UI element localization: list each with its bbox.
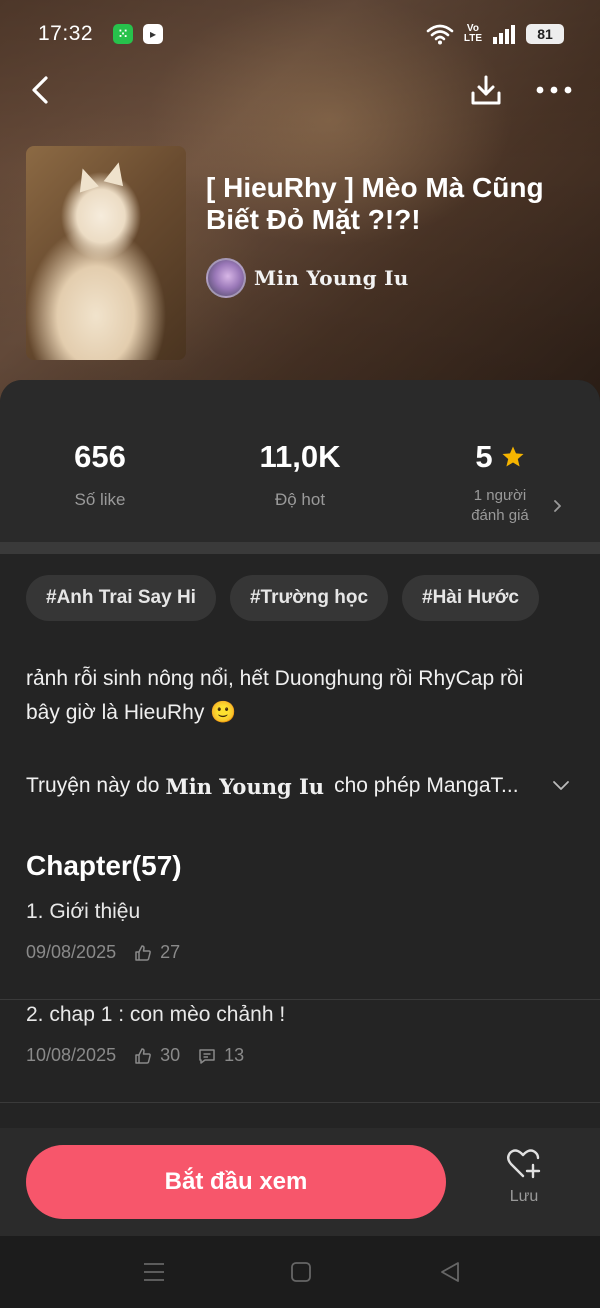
chapter-meta: 10/08/2025 30 13 — [26, 1045, 244, 1066]
cover-cat-ear — [73, 165, 99, 193]
download-button[interactable] — [466, 70, 506, 110]
chapter-divider — [0, 1102, 600, 1103]
media-notification-icon: ▸ — [143, 24, 164, 44]
tag-list: #Anh Trai Say Hi #Trường học #Hài Hước — [26, 575, 539, 621]
system-navigation-bar — [0, 1236, 600, 1308]
thumbs-up-icon — [135, 944, 151, 961]
volte-indicator: Vo LTE — [464, 24, 482, 44]
rating-label: 1 người đánh giá — [400, 486, 600, 526]
download-icon — [471, 75, 501, 105]
stat-rating[interactable]: 5 1 người đánh giá — [400, 438, 600, 526]
heart-plus-icon — [507, 1149, 541, 1179]
more-dots-icon — [536, 86, 572, 94]
chapter-comment-count: 13 — [224, 1045, 245, 1065]
credit-suffix: cho phép MangaT... — [334, 774, 519, 797]
chapter-title: 1. Giới thiệu — [26, 900, 141, 923]
chevron-left-icon — [32, 76, 48, 104]
star-icon — [502, 446, 524, 467]
tag-chip[interactable]: #Hài Hước — [402, 575, 539, 621]
author-link[interactable]: Min Young Iu — [206, 258, 409, 298]
status-bar: 17:32 ⁙ ▸ Vo LTE 81 — [0, 0, 600, 68]
rating-value: 5 — [475, 439, 493, 474]
save-button[interactable]: Lưu — [492, 1148, 556, 1220]
likes-count: 656 — [74, 439, 126, 474]
author-avatar — [206, 258, 246, 298]
bottom-action-bar: Bắt đầu xem Lưu — [0, 1128, 600, 1236]
chapter-item[interactable]: 2. chap 1 : con mèo chảnh ! 10/08/2025 3… — [0, 969, 600, 1073]
chapter-title: 2. chap 1 : con mèo chảnh ! — [26, 1003, 286, 1026]
app-notification-icon: ⁙ — [113, 24, 134, 44]
likes-label: Số like — [74, 490, 126, 509]
hot-label: Độ hot — [274, 490, 326, 509]
stats-panel: 656 Số like 11,0K Độ hot 5 1 người đánh … — [0, 380, 600, 542]
comic-title: [ HieuRhy ] Mèo Mà Cũng Biết Đỏ Mặt ?!?! — [206, 172, 544, 235]
menu-icon — [144, 1263, 164, 1281]
tag-chip[interactable]: #Trường học — [229, 575, 389, 621]
details-sheet: 656 Số like 11,0K Độ hot 5 1 người đánh … — [0, 380, 600, 1236]
home-button[interactable] — [287, 1258, 315, 1286]
chevron-right-icon — [554, 500, 561, 512]
tag-chip[interactable]: #Anh Trai Say Hi — [26, 575, 216, 621]
thumbs-up-icon — [135, 1047, 151, 1064]
recent-apps-button[interactable] — [140, 1258, 168, 1286]
comment-icon — [199, 1048, 215, 1064]
credit-prefix: Truyện này do — [26, 774, 160, 797]
system-back-button[interactable] — [436, 1258, 464, 1286]
section-divider — [0, 542, 600, 554]
back-button[interactable] — [22, 72, 58, 108]
comic-description: rảnh rỗi sinh nông nổi, hết Duonghung rồ… — [26, 667, 524, 724]
chevron-down-icon[interactable] — [552, 778, 570, 794]
chapter-date: 09/08/2025 — [26, 942, 117, 962]
more-options-button[interactable] — [532, 72, 576, 108]
back-triangle-icon — [441, 1262, 459, 1282]
credit-line[interactable]: Truyện này do Min Young Iu cho phép Mang… — [26, 770, 569, 802]
chapter-meta: 09/08/2025 27 — [26, 942, 180, 963]
wifi-icon — [426, 24, 454, 45]
chapter-date: 10/08/2025 — [26, 1045, 117, 1065]
comic-cover-image — [26, 146, 186, 360]
rating-value-row: 5 — [400, 438, 600, 476]
author-name: Min Young Iu — [254, 266, 409, 290]
stat-likes: 656 Số like — [0, 438, 200, 510]
top-navigation — [0, 68, 600, 112]
start-reading-button[interactable]: Bắt đầu xem — [26, 1145, 446, 1219]
chapter-like-count: 30 — [160, 1045, 181, 1065]
rating-caption: đánh giá — [471, 507, 529, 524]
home-square-icon — [291, 1262, 311, 1282]
stat-hot: 11,0K Độ hot — [200, 438, 400, 510]
chapter-item[interactable]: 1. Giới thiệu 09/08/2025 27 — [0, 866, 600, 970]
save-label: Lưu — [509, 1188, 539, 1205]
chapter-like-count: 27 — [160, 942, 181, 962]
signal-icon — [493, 25, 515, 44]
cover-cat-ear — [103, 159, 129, 187]
status-time: 17:32 — [38, 22, 94, 45]
hot-count: 11,0K — [259, 439, 341, 474]
rating-count-text: 1 người — [473, 487, 527, 504]
credit-author-name: Min Young Iu — [165, 773, 325, 799]
battery-indicator: 81 — [526, 24, 564, 44]
volte-bottom: LTE — [463, 33, 482, 44]
